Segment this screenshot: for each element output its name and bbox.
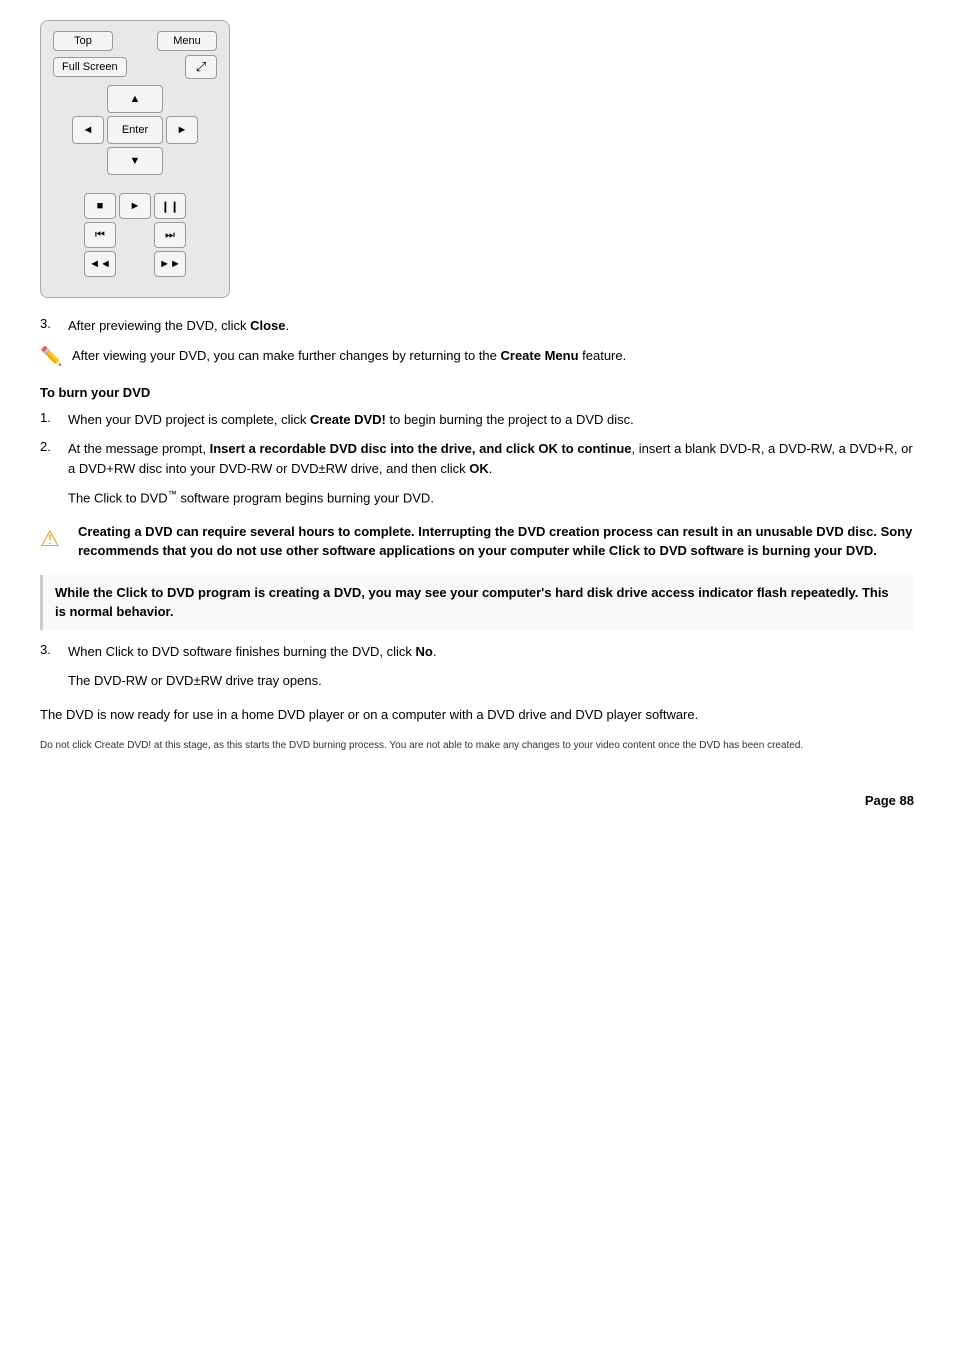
burn-step-2-text: At the message prompt, Insert a recordab… bbox=[68, 439, 914, 478]
page-number: Page 88 bbox=[865, 793, 914, 808]
burn-step2-bold2: OK bbox=[469, 461, 489, 476]
warning-block: ⚠ Creating a DVD can require several hou… bbox=[40, 522, 914, 561]
next-chapter-button[interactable]: ⏭ bbox=[154, 222, 186, 248]
burn-step1-part1: When your DVD project is complete, click bbox=[68, 412, 310, 427]
note-block: ✏️ After viewing your DVD, you can make … bbox=[40, 346, 914, 367]
final-text: The DVD is now ready for use in a home D… bbox=[40, 705, 914, 725]
step-3-end: . bbox=[285, 318, 289, 333]
rewind-button[interactable]: ◄◄ bbox=[84, 251, 116, 277]
nav-right-button[interactable]: ► bbox=[166, 116, 198, 144]
warning-icon: ⚠ bbox=[40, 522, 68, 555]
burn-step1-part2: to begin burning the project to a DVD di… bbox=[386, 412, 634, 427]
prev-chapter-button[interactable]: ⏮ bbox=[84, 222, 116, 248]
burn-step-3-num: 3. bbox=[40, 642, 68, 662]
step-3-text-part1: After previewing the DVD, click bbox=[68, 318, 250, 333]
indent-block-1: The Click to DVD™ software program begin… bbox=[68, 488, 914, 508]
top-button[interactable]: Top bbox=[53, 31, 113, 51]
burn-step-3-text: When Click to DVD software finishes burn… bbox=[68, 642, 914, 662]
note-icon: ✏️ bbox=[40, 346, 64, 367]
section-heading: To burn your DVD bbox=[40, 385, 914, 400]
nav-left-button[interactable]: ◄ bbox=[72, 116, 104, 144]
step-3-num: 3. bbox=[40, 316, 68, 336]
burn-step3-part1: When Click to DVD software finishes burn… bbox=[68, 644, 416, 659]
burn-step3-bold: No bbox=[416, 644, 433, 659]
nav-enter-button[interactable]: Enter bbox=[107, 116, 163, 144]
step-3-text: After previewing the DVD, click Close. bbox=[68, 316, 914, 336]
step-3: 3. After previewing the DVD, click Close… bbox=[40, 316, 914, 336]
indent1-text2: software program begins burning your DVD… bbox=[177, 490, 434, 505]
nav-block: ▲ ◄ Enter ► ▼ bbox=[72, 85, 198, 175]
burn-step3-end: . bbox=[433, 644, 437, 659]
fastforward-button[interactable]: ►► bbox=[154, 251, 186, 277]
remote-control-widget: Top Menu Full Screen ⤢ ▲ ◄ Enter ► ▼ ■ ►… bbox=[40, 20, 230, 298]
indent1-logo: ™ bbox=[168, 489, 177, 499]
burn-step-2: 2. At the message prompt, Insert a recor… bbox=[40, 439, 914, 478]
burn-step-1: 1. When your DVD project is complete, cl… bbox=[40, 410, 914, 430]
nav-up-button[interactable]: ▲ bbox=[107, 85, 163, 113]
nav-down-button[interactable]: ▼ bbox=[107, 147, 163, 175]
burn-step-3: 3. When Click to DVD software finishes b… bbox=[40, 642, 914, 662]
indent-block-2: The DVD-RW or DVD±RW drive tray opens. bbox=[68, 671, 914, 691]
info-box: While the Click to DVD program is creati… bbox=[40, 575, 914, 630]
burn-step-1-text: When your DVD project is complete, click… bbox=[68, 410, 914, 430]
burn-step-1-num: 1. bbox=[40, 410, 68, 430]
angle-button[interactable]: ⤢ bbox=[185, 55, 217, 79]
indent1-text1: The Click to DVD bbox=[68, 490, 168, 505]
note-bold: Create Menu bbox=[501, 348, 579, 363]
burn-step1-bold: Create DVD! bbox=[310, 412, 386, 427]
warning-text: Creating a DVD can require several hours… bbox=[78, 522, 914, 561]
stop-button[interactable]: ■ bbox=[84, 193, 116, 219]
fullscreen-button[interactable]: Full Screen bbox=[53, 57, 127, 77]
page-footer: Page 88 bbox=[40, 793, 914, 808]
pause-button[interactable]: ❙❙ bbox=[154, 193, 186, 219]
note-text: After viewing your DVD, you can make fur… bbox=[72, 346, 626, 366]
burn-step2-bold: Insert a recordable DVD disc into the dr… bbox=[210, 441, 632, 456]
menu-button[interactable]: Menu bbox=[157, 31, 217, 51]
small-note: Do not click Create DVD! at this stage, … bbox=[40, 738, 914, 753]
note-text-part1: After viewing your DVD, you can make fur… bbox=[72, 348, 501, 363]
transport-block: ■ ► ❙❙ ⏮ ⏭ ◄◄ ►► bbox=[84, 193, 186, 277]
note-end: feature. bbox=[579, 348, 627, 363]
step-3-bold: Close bbox=[250, 318, 285, 333]
burn-step-2-num: 2. bbox=[40, 439, 68, 478]
burn-step2-part1: At the message prompt, bbox=[68, 441, 210, 456]
play-button[interactable]: ► bbox=[119, 193, 151, 219]
burn-step2-end: . bbox=[489, 461, 493, 476]
